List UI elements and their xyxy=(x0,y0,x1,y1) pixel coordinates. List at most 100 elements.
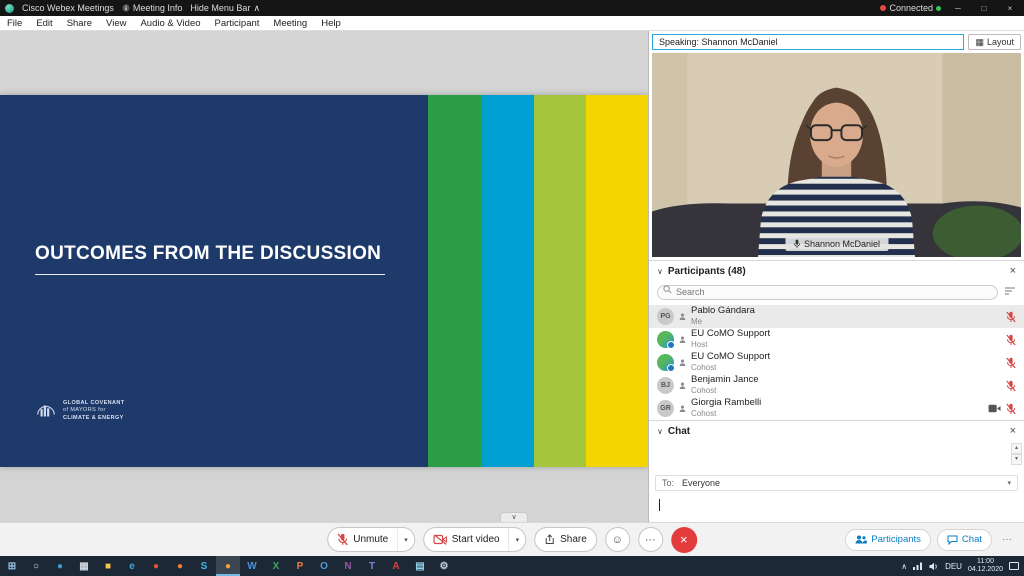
action-center-icon[interactable] xyxy=(1009,562,1019,570)
participant-row[interactable]: GR Giorgia Rambelli Cohost xyxy=(649,397,1024,420)
close-participants-icon[interactable]: × xyxy=(1010,265,1016,277)
speaker-name-tag: Shannon McDaniel xyxy=(785,237,888,251)
edge-icon[interactable]: e xyxy=(120,556,144,576)
file-explorer-icon[interactable]: ■ xyxy=(96,556,120,576)
scroll-up-icon[interactable]: ▴ xyxy=(1011,443,1022,454)
participant-sort-icon[interactable] xyxy=(1004,286,1016,296)
menu-participant[interactable]: Participant xyxy=(208,18,267,29)
menu-audio-video[interactable]: Audio & Video xyxy=(133,18,207,29)
meeting-info-button[interactable]: Meeting Info xyxy=(122,3,183,13)
recipient-select[interactable]: Everyone xyxy=(682,478,720,488)
unmute-label: Unmute xyxy=(353,534,388,545)
more-options-button[interactable]: ··· xyxy=(638,527,663,552)
video-options-chevron[interactable]: ▾ xyxy=(509,528,526,551)
chat-header[interactable]: ∨ Chat × xyxy=(649,420,1024,441)
title-bar: Cisco Webex Meetings Meeting Info Hide M… xyxy=(0,0,1024,16)
collapse-controls-tab[interactable]: ∨ xyxy=(500,512,528,522)
participant-row[interactable]: PG Pablo Gándara Me xyxy=(649,305,1024,328)
connected-label: Connected xyxy=(889,3,933,13)
menu-file[interactable]: File xyxy=(0,18,29,29)
layout-button[interactable]: ▦ Layout xyxy=(968,34,1021,50)
chat-messages-area: ▴ ▾ xyxy=(649,441,1024,475)
muted-mic-icon[interactable] xyxy=(1006,334,1016,346)
skype-icon[interactable]: S xyxy=(192,556,216,576)
excel-icon[interactable]: X xyxy=(264,556,288,576)
participant-row[interactable]: EU CoMO Support Cohost xyxy=(649,351,1024,374)
participant-row[interactable]: BJ Benjamin Jance Cohost xyxy=(649,374,1024,397)
muted-mic-icon[interactable] xyxy=(1006,311,1016,323)
notepad-icon[interactable]: ▤ xyxy=(408,556,432,576)
chrome-icon[interactable]: ● xyxy=(144,556,168,576)
settings-icon[interactable]: ⚙ xyxy=(432,556,456,576)
menu-help[interactable]: Help xyxy=(314,18,348,29)
start-video-button[interactable]: Start video ▾ xyxy=(423,527,526,552)
volume-icon[interactable] xyxy=(929,562,939,571)
start-icon[interactable]: ⊞ xyxy=(0,556,24,576)
adobe-icon[interactable]: A xyxy=(384,556,408,576)
chat-scrollbar[interactable]: ▴ ▾ xyxy=(1011,443,1022,465)
meeting-info-label: Meeting Info xyxy=(133,3,183,13)
slide-stripe-green xyxy=(428,95,482,467)
speaker-video-feed[interactable]: Shannon McDaniel xyxy=(652,53,1021,257)
avatar xyxy=(657,354,674,371)
participants-header[interactable]: ∨ Participants (48) × xyxy=(649,260,1024,281)
word-icon[interactable]: W xyxy=(240,556,264,576)
participant-row[interactable]: EU CoMO Support Host xyxy=(649,328,1024,351)
panel-more-button[interactable]: ··· xyxy=(998,534,1016,545)
webex-icon[interactable]: ● xyxy=(216,556,240,576)
smiley-icon: ☺ xyxy=(612,534,623,546)
minimize-button[interactable]: ─ xyxy=(949,4,967,13)
firefox-icon[interactable]: ● xyxy=(168,556,192,576)
logo-line-1: GLOBAL COVENANT xyxy=(63,400,125,407)
active-speaker-banner: Speaking: Shannon McDaniel xyxy=(652,34,964,50)
muted-mic-icon[interactable] xyxy=(1006,357,1016,369)
tray-date: 04.12.2020 xyxy=(968,566,1003,574)
participant-role: Cohost xyxy=(691,409,761,418)
right-panel: Speaking: Shannon McDaniel ▦ Layout xyxy=(648,31,1024,522)
chevron-up-icon: ∧ xyxy=(253,3,260,14)
leave-meeting-button[interactable]: × xyxy=(671,527,697,553)
powerpoint-icon[interactable]: P xyxy=(288,556,312,576)
scroll-down-icon[interactable]: ▾ xyxy=(1011,454,1022,465)
share-icon xyxy=(544,534,555,545)
maximize-button[interactable]: □ xyxy=(975,4,993,13)
network-icon[interactable] xyxy=(913,562,923,570)
chat-input[interactable] xyxy=(649,494,1024,522)
chat-toggle-button[interactable]: Chat xyxy=(937,529,992,551)
teams-icon[interactable]: T xyxy=(360,556,384,576)
hide-menu-bar-button[interactable]: Hide Menu Bar ∧ xyxy=(190,3,260,14)
participants-toggle-button[interactable]: Participants xyxy=(845,529,931,551)
outlook-icon[interactable]: O xyxy=(312,556,336,576)
menu-view[interactable]: View xyxy=(99,18,133,29)
muted-mic-icon[interactable] xyxy=(1006,403,1016,415)
close-button[interactable]: × xyxy=(1001,4,1019,13)
menu-meeting[interactable]: Meeting xyxy=(266,18,314,29)
avatar: BJ xyxy=(657,377,674,394)
participant-search-input[interactable] xyxy=(657,285,998,300)
task-view-icon[interactable]: ▦ xyxy=(72,556,96,576)
tray-expand-icon[interactable]: ∧ xyxy=(901,562,907,571)
participant-role: Me xyxy=(691,317,755,326)
reactions-button[interactable]: ☺ xyxy=(605,527,630,552)
menu-share[interactable]: Share xyxy=(60,18,99,29)
cortana-icon[interactable]: ● xyxy=(48,556,72,576)
onenote-icon[interactable]: N xyxy=(336,556,360,576)
video-off-icon xyxy=(433,534,447,545)
close-chat-icon[interactable]: × xyxy=(1010,425,1016,437)
close-icon: × xyxy=(680,532,688,547)
video-stage: Speaking: Shannon McDaniel ▦ Layout xyxy=(649,31,1024,260)
participant-name: EU CoMO Support xyxy=(691,329,770,340)
taskbar-clock[interactable]: 11:00 04.12.2020 xyxy=(968,558,1003,575)
menu-edit[interactable]: Edit xyxy=(29,18,59,29)
unmute-button[interactable]: Unmute ▾ xyxy=(327,527,415,552)
muted-mic-icon[interactable] xyxy=(1006,380,1016,392)
audio-options-chevron[interactable]: ▾ xyxy=(397,528,414,551)
participants-toggle-label: Participants xyxy=(871,534,921,545)
keyboard-language[interactable]: DEU xyxy=(945,562,962,571)
share-button[interactable]: Share xyxy=(534,527,597,552)
person-icon xyxy=(679,382,686,389)
chat-panel: ∨ Chat × ▴ ▾ To: Everyone ▾ xyxy=(649,420,1024,522)
search-icon[interactable]: ○ xyxy=(24,556,48,576)
camera-on-icon[interactable] xyxy=(988,404,1001,413)
chat-recipient-row: To: Everyone ▾ xyxy=(655,475,1018,491)
